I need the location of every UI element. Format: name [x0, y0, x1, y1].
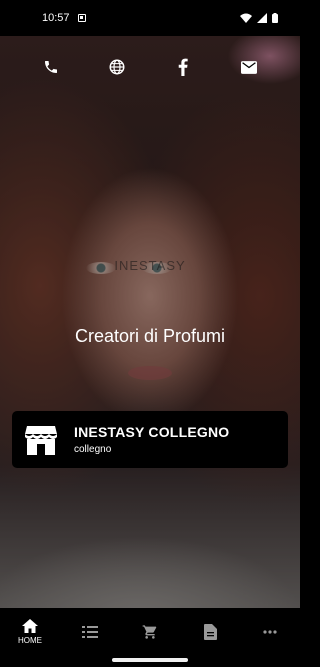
phone-icon[interactable] — [40, 56, 62, 78]
bottom-nav: HOME — [0, 608, 300, 656]
signal-icon — [257, 13, 267, 23]
cart-icon — [142, 625, 157, 639]
notification-icon — [77, 14, 86, 22]
status-time: 10:57 — [42, 12, 70, 24]
nav-item-list[interactable] — [60, 608, 120, 656]
mail-icon[interactable] — [238, 56, 260, 78]
store-icon — [25, 425, 57, 455]
battery-icon — [272, 13, 278, 23]
store-name: INESTASY COLLEGNO — [74, 424, 230, 440]
hero-lips — [128, 366, 172, 380]
contact-row — [0, 56, 300, 78]
store-card[interactable]: INESTASY COLLEGNO collegno — [12, 411, 288, 468]
hero-background-image — [0, 36, 300, 608]
status-left: 10:57 — [42, 12, 86, 24]
nav-item-home[interactable]: HOME — [0, 608, 60, 656]
more-icon — [263, 630, 277, 634]
brand-watermark: INESTASY — [114, 258, 186, 273]
status-right — [240, 13, 278, 23]
gesture-bar — [0, 656, 300, 667]
home-icon — [22, 619, 38, 633]
globe-icon[interactable] — [106, 56, 128, 78]
list-icon — [82, 626, 98, 638]
store-text: INESTASY COLLEGNO collegno — [74, 424, 229, 455]
hero-headline: Creatori di Profumi — [74, 326, 226, 346]
gesture-handle[interactable] — [112, 658, 188, 662]
document-icon — [203, 624, 217, 640]
nav-item-cart[interactable] — [120, 608, 180, 656]
nav-label-home: HOME — [18, 636, 42, 645]
wifi-icon — [240, 13, 252, 23]
store-subtitle: collegno — [74, 444, 112, 455]
nav-item-document[interactable] — [180, 608, 240, 656]
facebook-icon[interactable] — [172, 56, 194, 78]
hero-shirt — [0, 518, 300, 608]
nav-item-more[interactable] — [240, 608, 300, 656]
status-bar: 10:57 — [0, 0, 300, 36]
